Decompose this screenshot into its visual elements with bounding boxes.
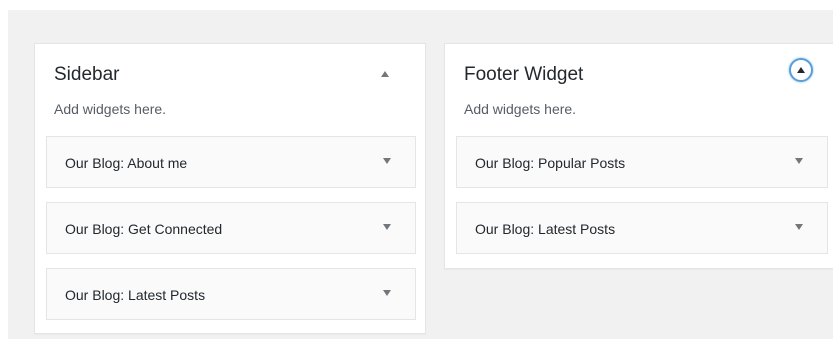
widget-title: Our Blog: Latest Posts — [475, 221, 616, 237]
widget-area-title[interactable]: Sidebar — [54, 63, 120, 87]
widget-area-footer: Footer Widget Add widgets here. Our Blog… — [444, 43, 833, 269]
widget-area-description: Add widgets here. — [464, 101, 577, 117]
widget-title: Our Blog: Latest Posts — [65, 287, 206, 303]
expand-arrow-down-icon[interactable] — [383, 158, 391, 164]
collapse-arrow-up-icon[interactable] — [375, 64, 395, 84]
expand-arrow-down-icon[interactable] — [383, 224, 391, 230]
widget-area-sidebar: Sidebar Add widgets here. Our Blog: Abou… — [34, 43, 426, 334]
widget-item[interactable]: Our Blog: Latest Posts — [456, 202, 828, 254]
widget-item[interactable]: Our Blog: About me — [46, 136, 416, 188]
top-strip — [0, 0, 833, 10]
widget-item[interactable]: Our Blog: Get Connected — [46, 202, 416, 254]
expand-arrow-down-icon[interactable] — [795, 158, 803, 164]
widget-area-title[interactable]: Footer Widget — [464, 63, 583, 87]
widget-area-description: Add widgets here. — [54, 101, 167, 117]
widget-title: Our Blog: Get Connected — [65, 221, 223, 237]
widget-title: Our Blog: Popular Posts — [475, 155, 626, 171]
widget-item[interactable]: Our Blog: Popular Posts — [456, 136, 828, 188]
widget-title: Our Blog: About me — [65, 155, 188, 171]
expand-arrow-down-icon[interactable] — [383, 290, 391, 296]
collapse-arrow-up-circle-icon[interactable] — [789, 58, 813, 82]
widget-item[interactable]: Our Blog: Latest Posts — [46, 268, 416, 320]
expand-arrow-down-icon[interactable] — [795, 224, 803, 230]
